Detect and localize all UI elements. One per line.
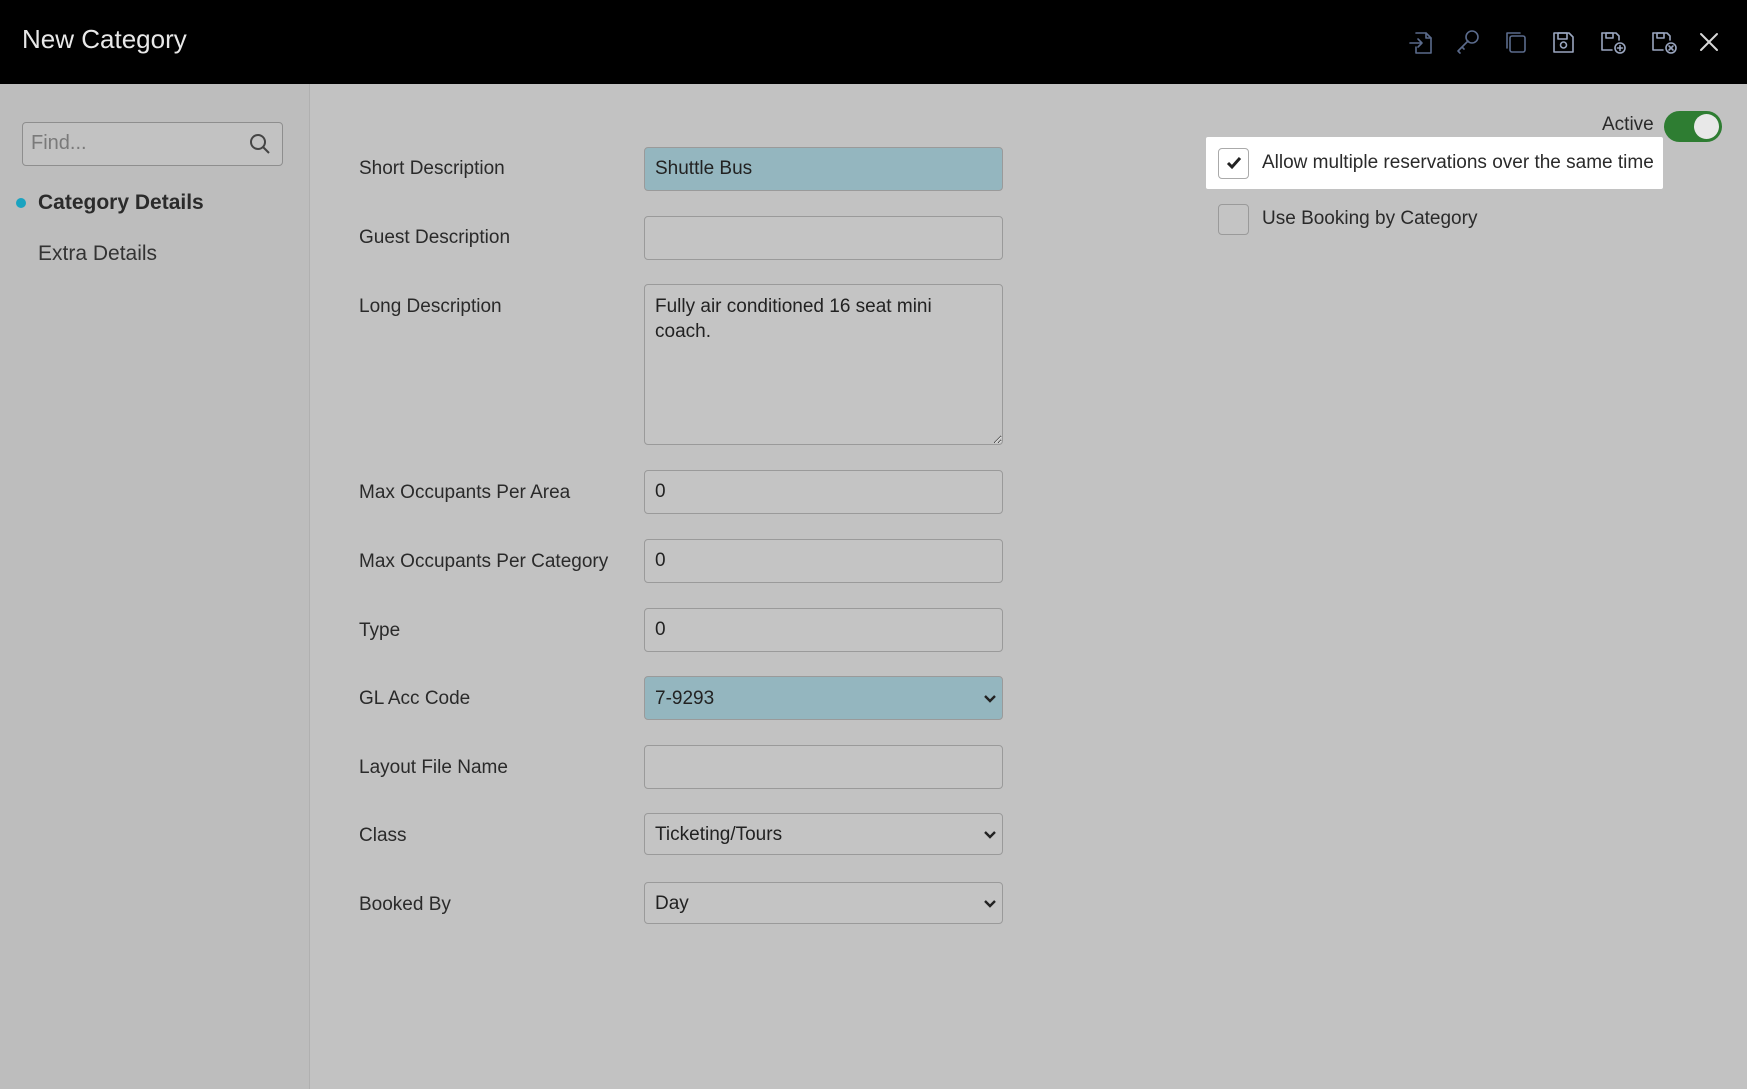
active-label: Active: [1602, 114, 1654, 135]
guest-description-label: Guest Description: [359, 227, 511, 248]
allow-multiple-reservations-label: Allow multiple reservations over the sam…: [1262, 152, 1654, 173]
layout-file-name-field[interactable]: [644, 745, 1003, 789]
type-field[interactable]: [644, 608, 1003, 652]
import-icon[interactable]: [1405, 26, 1437, 58]
max-occupants-area-field[interactable]: [644, 470, 1003, 514]
class-label: Class: [359, 825, 407, 846]
max-occupants-category-label: Max Occupants Per Category: [359, 551, 609, 572]
checkmark-icon: [1226, 157, 1241, 170]
booking-by-category-checkbox[interactable]: [1218, 203, 1249, 235]
sidebar-item-category-details[interactable]: Category Details: [38, 191, 204, 215]
main-form: Short Description Guest Description Long…: [311, 84, 1747, 1089]
copy-icon[interactable]: [1500, 26, 1532, 58]
type-label: Type: [359, 620, 401, 641]
long-description-label: Long Description: [359, 296, 502, 317]
active-toggle[interactable]: [1664, 111, 1722, 142]
max-occupants-category-field[interactable]: [644, 539, 1003, 583]
sidebar-item-extra-details[interactable]: Extra Details: [38, 242, 157, 266]
short-description-label: Short Description: [359, 158, 505, 179]
toggle-knob: [1694, 114, 1719, 139]
guest-description-field[interactable]: [644, 216, 1003, 260]
gl-acc-code-label: GL Acc Code: [359, 688, 471, 709]
max-occupants-area-label: Max Occupants Per Area: [359, 482, 571, 503]
sidebar: Category Details Extra Details: [0, 84, 310, 1089]
close-icon[interactable]: [1693, 26, 1725, 58]
booked-by-label: Booked By: [359, 894, 451, 915]
key-icon[interactable]: [1452, 26, 1484, 58]
allow-multiple-reservations-checkbox[interactable]: [1218, 147, 1249, 179]
window-title: New Category: [22, 24, 187, 54]
gl-acc-code-select[interactable]: 7-9293: [644, 676, 1003, 720]
class-select[interactable]: Ticketing/Tours: [644, 813, 1003, 855]
long-description-field[interactable]: Fully air conditioned 16 seat mini coach…: [644, 284, 1003, 445]
save-icon[interactable]: [1547, 26, 1579, 58]
short-description-field[interactable]: [644, 147, 1003, 191]
booking-by-category-option: Use Booking by Category: [1206, 193, 1477, 245]
booking-by-category-label: Use Booking by Category: [1262, 208, 1478, 229]
active-nav-indicator: [16, 198, 26, 208]
title-bar: New Category: [0, 0, 1747, 84]
save-and-close-icon[interactable]: [1648, 26, 1680, 58]
allow-multiple-reservations-option: Allow multiple reservations over the sam…: [1206, 137, 1663, 189]
find-input[interactable]: [23, 123, 243, 164]
search-icon[interactable]: [248, 132, 272, 156]
save-and-new-icon[interactable]: [1597, 26, 1629, 58]
layout-file-name-label: Layout File Name: [359, 757, 508, 778]
find-box: [22, 122, 283, 166]
booked-by-select[interactable]: Day: [644, 882, 1003, 924]
